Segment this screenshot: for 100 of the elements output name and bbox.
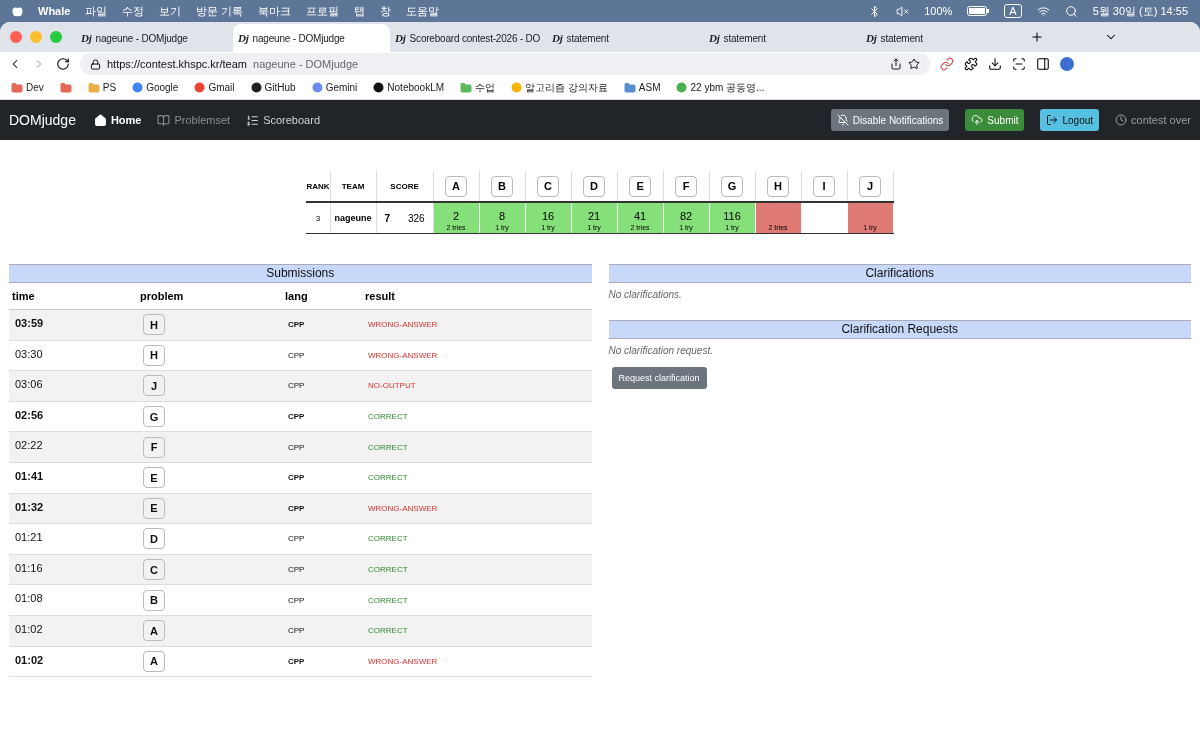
nav-link[interactable]: Scoreboard: [246, 113, 320, 127]
list-icon: [246, 113, 260, 127]
bookmark[interactable]: Gemini: [308, 80, 361, 95]
app-menu[interactable]: Whale: [38, 5, 71, 17]
site-icon: [511, 82, 523, 93]
problem-badge[interactable]: C: [143, 559, 165, 581]
column-header: TEAM: [330, 171, 377, 202]
menu-item[interactable]: 프로필: [306, 3, 340, 19]
result-cell: WRONG-ANSWER: [362, 310, 592, 341]
input-source[interactable]: A: [1004, 4, 1022, 18]
profile-avatar[interactable]: [1060, 57, 1074, 71]
menu-item[interactable]: 수정: [122, 3, 145, 19]
column-header: SCORE: [376, 171, 434, 202]
problem-badge[interactable]: F: [675, 175, 698, 197]
menu-item[interactable]: 도움말: [406, 3, 440, 19]
request-clarification-button[interactable]: Request clarification: [611, 367, 707, 389]
bookmark[interactable]: 수업: [457, 78, 499, 97]
result-cell: CORRECT: [362, 615, 592, 647]
problem-badge[interactable]: B: [143, 589, 165, 611]
bookmark[interactable]: ASM: [620, 79, 664, 96]
menu-item[interactable]: 탭: [354, 3, 366, 19]
problem-badge[interactable]: I: [813, 175, 836, 197]
problem-badge[interactable]: D: [143, 528, 165, 550]
notifications-button[interactable]: Disable Notifications: [830, 109, 950, 131]
problem-badge[interactable]: A: [445, 175, 468, 197]
apple-icon[interactable]: [12, 4, 23, 18]
nav-link[interactable]: Home: [93, 113, 142, 127]
submit-button[interactable]: Submit: [965, 109, 1025, 131]
problem-badge[interactable]: G: [721, 175, 744, 197]
sidebar-icon[interactable]: [1036, 57, 1050, 71]
browser-tab[interactable]: Dj nageune - DOMjudge: [233, 24, 390, 52]
reload-icon[interactable]: [56, 57, 70, 71]
bookmark[interactable]: Google: [129, 80, 182, 95]
bookmark[interactable]: 알고리즘 강의자료: [508, 78, 611, 97]
problem-badge[interactable]: H: [767, 175, 790, 197]
problem-badge[interactable]: H: [143, 314, 165, 336]
wifi-icon[interactable]: [1036, 4, 1050, 18]
bookmark[interactable]: GitHub: [247, 80, 299, 95]
problem-badge[interactable]: E: [143, 497, 165, 519]
problem-badge[interactable]: A: [143, 650, 165, 672]
problem-badge[interactable]: E: [143, 467, 165, 489]
browser-tab[interactable]: Dj statement: [861, 24, 1018, 52]
bookmark[interactable]: 22 ybm 공동영...: [673, 78, 768, 97]
site-icon: [373, 82, 385, 93]
problem-badge[interactable]: H: [143, 344, 165, 366]
bookmark[interactable]: PS: [84, 79, 120, 96]
battery-icon[interactable]: [967, 6, 990, 16]
browser-tab[interactable]: Dj statement: [704, 24, 861, 52]
problem-badge[interactable]: J: [143, 375, 165, 397]
lang-cell: CPP: [282, 615, 362, 647]
browser-tab[interactable]: Dj nageune - DOMjudge: [76, 24, 233, 52]
menu-item[interactable]: 방문 기록: [196, 3, 244, 19]
time-cell: 01:02: [9, 615, 137, 647]
new-tab-icon[interactable]: [1030, 30, 1044, 44]
browser-tab[interactable]: Dj statement: [547, 24, 704, 52]
extensions-icon[interactable]: [964, 57, 978, 71]
battery-percent: 100%: [924, 5, 953, 17]
logout-button[interactable]: Logout: [1040, 109, 1100, 131]
problem-badge[interactable]: B: [491, 175, 514, 197]
menu-item[interactable]: 파일: [85, 3, 108, 19]
site-icon: [194, 82, 206, 93]
site-icon: [311, 82, 323, 93]
clock-icon: [1115, 114, 1128, 126]
time-cell: 02:22: [9, 432, 137, 463]
mute-icon[interactable]: [896, 4, 910, 18]
problem-badge[interactable]: D: [583, 175, 606, 197]
address-bar[interactable]: https://contest.khspc.kr/team nageune - DOMjudge: [80, 53, 930, 75]
search-icon[interactable]: [1064, 4, 1078, 18]
site-icon: [250, 82, 262, 93]
capture-icon[interactable]: [1012, 57, 1026, 71]
bookmark[interactable]: NotebookLM: [370, 80, 448, 95]
lang-cell: CPP: [282, 432, 362, 463]
bell-off-icon: [836, 114, 849, 126]
section-header: Submissions: [9, 264, 592, 283]
link-icon[interactable]: [940, 57, 954, 71]
time-cell: 01:16: [9, 554, 137, 586]
bookmark-star-icon[interactable]: [908, 58, 920, 70]
menu-item[interactable]: 보기: [159, 3, 182, 19]
lang-cell: CPP: [282, 493, 362, 525]
problem-badge[interactable]: G: [143, 406, 165, 428]
problem-badge[interactable]: A: [143, 620, 165, 642]
share-icon[interactable]: [890, 58, 902, 70]
menu-item[interactable]: 창: [380, 3, 392, 19]
problem-badge[interactable]: E: [629, 175, 652, 197]
menu-clock[interactable]: 5월 30일 (토) 14:55: [1092, 3, 1188, 19]
download-icon[interactable]: [988, 57, 1002, 71]
team-name[interactable]: nageune: [330, 202, 377, 234]
time-cell: 03:59: [9, 310, 137, 341]
browser-tab[interactable]: Dj Scoreboard contest-2026 - DO: [390, 24, 547, 52]
brand-logo[interactable]: DOMjudge: [9, 112, 76, 128]
window-controls[interactable]: [10, 31, 62, 43]
lang-cell: CPP: [282, 371, 362, 402]
bookmark[interactable]: Dev: [8, 79, 47, 96]
problem-badge[interactable]: F: [143, 436, 165, 458]
problem-badge[interactable]: C: [537, 175, 560, 197]
bookmark[interactable]: Gmail: [191, 80, 238, 95]
lock-icon: [90, 58, 101, 70]
column-header: RANK: [306, 171, 331, 202]
menu-item[interactable]: 북마크: [258, 3, 292, 19]
problem-badge[interactable]: J: [859, 175, 882, 197]
